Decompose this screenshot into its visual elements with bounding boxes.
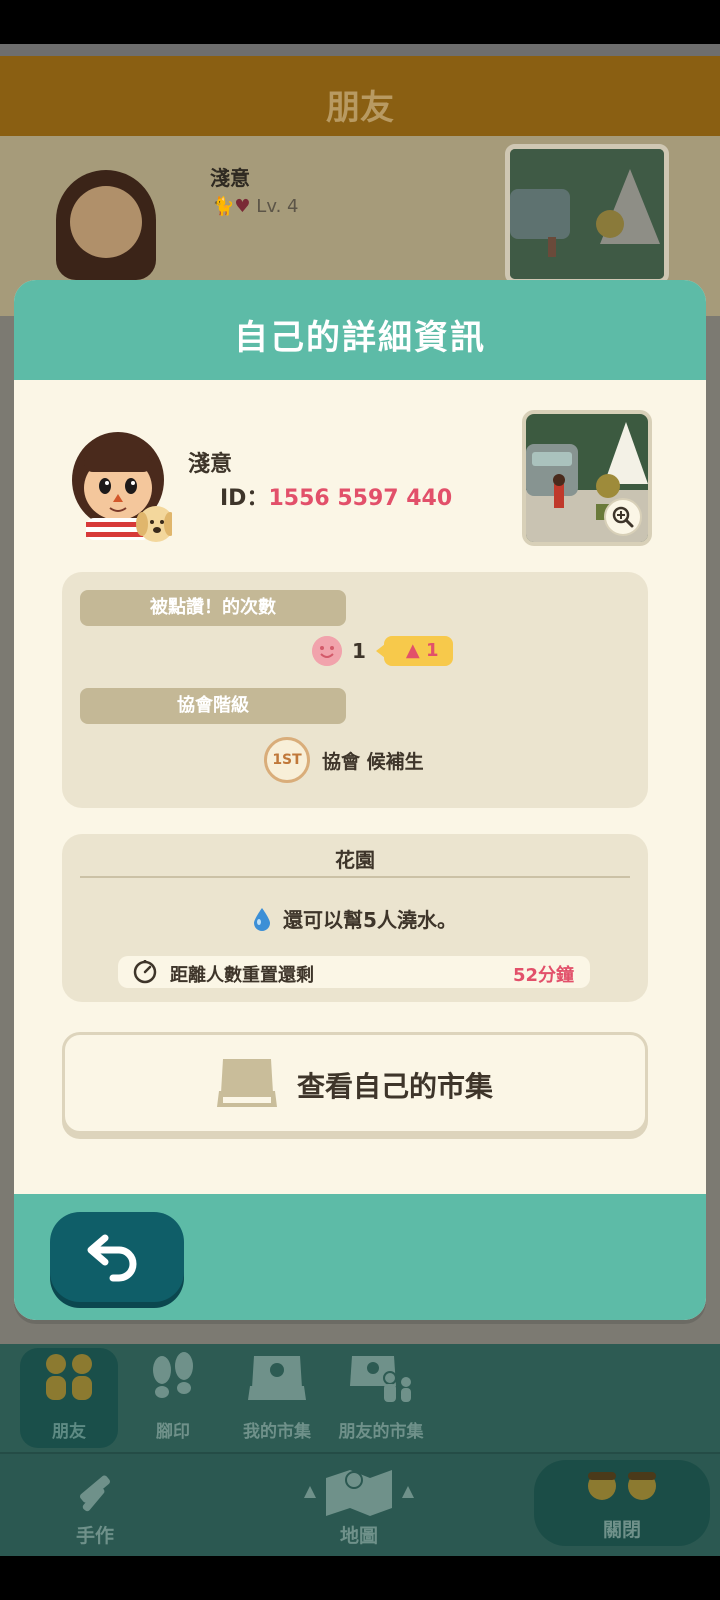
stats-panel: 被點讚！的次數 1 ▲ 1 協會階級 1ST 協會 候補生 [62, 572, 648, 808]
friend-level-text: Lv. 4 [256, 196, 299, 217]
likes-delta: 1 [426, 640, 439, 661]
up-arrow-icon: ▲ [405, 640, 427, 661]
heart-icon: ♥ [234, 196, 251, 217]
likes-delta-badge: ▲ 1 [375, 636, 453, 666]
dialog-title: 自己的詳細資訊 [234, 318, 486, 358]
reset-timer-bar: 距離人數重置還剩 52分鐘 [118, 956, 590, 988]
nav-craft-label: 手作 [75, 1525, 114, 1547]
cat-icon: 🐈 [212, 196, 235, 217]
friends-market-icon [350, 1356, 411, 1402]
garden-panel: 花園 還可以幫5人澆水。 距離人數重置還剩 52分鐘 [62, 834, 648, 1002]
dialog-header: 自己的詳細資訊 [14, 280, 706, 380]
timer-icon [133, 960, 157, 984]
tab-friends-market-label: 朋友的市集 [338, 1422, 424, 1442]
nav-close-button[interactable]: 關閉 [534, 1460, 710, 1546]
water-remaining-text: 還可以幫5人澆水。 [283, 908, 457, 932]
friend-avatar-face [70, 186, 142, 258]
garden-divider [80, 876, 630, 878]
footprints-icon [153, 1352, 193, 1398]
map-icon [304, 1470, 414, 1516]
player-avatar [72, 432, 172, 542]
rank-value: 協會 候補生 [322, 750, 424, 773]
friends-header-title: 朋友 [326, 88, 394, 128]
friends-tab-bar: 朋友 腳印 我的市集 朋友的市集 [0, 1344, 720, 1452]
rank-badge-text: 1ST [272, 752, 302, 768]
smile-icon [312, 636, 342, 666]
system-nav-bar [0, 1556, 720, 1600]
friend-name: 淺意 [210, 166, 250, 190]
friend-campsite-thumbnail [505, 144, 669, 284]
zoom-in-icon [612, 506, 634, 528]
friend-level: 🐈♥ Lv. 4 [212, 196, 298, 217]
friends-header-bar: 朋友 [0, 44, 720, 136]
rank-badge-icon: 1ST [264, 737, 310, 783]
close-characters-icon [588, 1472, 656, 1500]
craft-hammer-icon [79, 1475, 111, 1512]
reset-timer-label: 距離人數重置還剩 [170, 965, 314, 986]
view-my-market-label: 查看自己的市集 [297, 1070, 494, 1103]
screen: 朋友 淺意 🐈♥ Lv. 4 自己的詳細資訊 淺意 ID：1556 5597 4… [0, 0, 720, 1600]
campsite-image [510, 149, 664, 279]
tab-friends-market[interactable]: 朋友的市集 [332, 1348, 430, 1448]
player-name: 淺意 [188, 452, 233, 477]
likes-label: 被點讚！的次數 [80, 590, 346, 626]
player-id-label: ID： [220, 486, 269, 511]
player-id-row: ID：1556 5597 440 [220, 480, 452, 512]
self-details-dialog: 自己的詳細資訊 淺意 ID：1556 5597 440 被點讚！的次數 1 ▲ … [14, 280, 706, 1320]
market-icon [248, 1356, 306, 1400]
back-button[interactable] [50, 1212, 184, 1302]
nav-craft[interactable]: 手作 [50, 1464, 140, 1552]
water-row: 還可以幫5人澆水。 [62, 904, 648, 933]
nav-map-label: 地圖 [339, 1525, 378, 1547]
garden-title: 花園 [335, 848, 375, 872]
likes-count: 1 [352, 639, 366, 663]
likes-row: 1 ▲ 1 [312, 636, 453, 666]
player-id-value: 1556 5597 440 [268, 486, 453, 511]
back-arrow-icon [87, 1234, 137, 1282]
rank-label: 協會階級 [80, 688, 346, 724]
market-stall-icon [217, 1059, 277, 1107]
nav-map[interactable]: 地圖 [296, 1464, 422, 1552]
rank-row: 1ST 協會 候補生 [264, 737, 424, 783]
zoom-button[interactable] [604, 498, 642, 536]
view-my-market-button[interactable]: 查看自己的市集 [62, 1032, 648, 1134]
water-drop-icon [254, 907, 271, 931]
reset-timer-value: 52分鐘 [512, 965, 574, 986]
nav-close-label: 關閉 [602, 1519, 641, 1541]
friends-icon [46, 1354, 92, 1400]
